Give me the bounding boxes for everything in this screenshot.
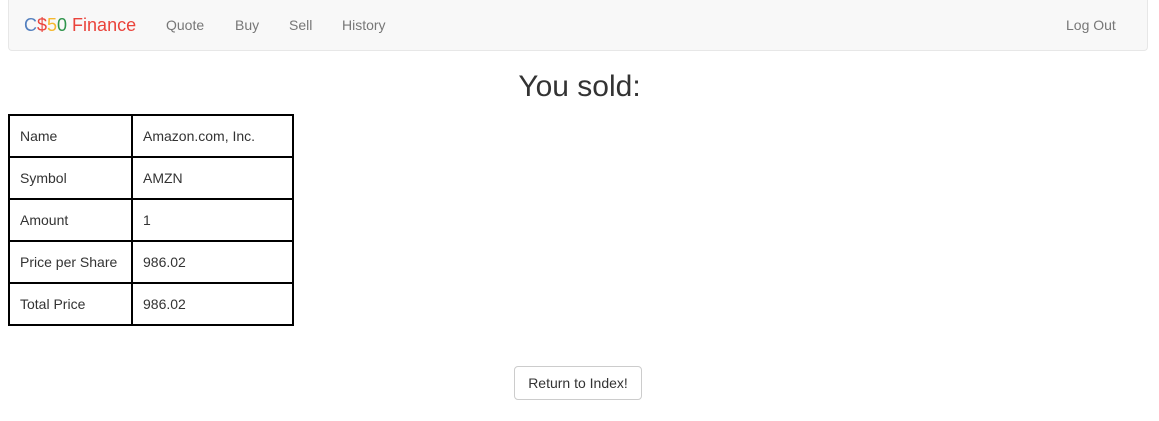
row-label-amount: Amount [8,198,133,242]
row-value-total-price: 986.02 [131,282,294,326]
row-label-total-price: Total Price [8,282,133,326]
row-value-price-per-share: 986.02 [131,240,294,284]
brand-five: 5 [47,15,58,35]
row-value-amount: 1 [131,198,294,242]
nav-link-sell[interactable]: Sell [289,16,312,34]
row-label-name: Name [8,114,133,158]
nav-link-buy[interactable]: Buy [235,16,259,34]
brand-c: C [24,15,37,35]
sale-details-table: Name Amazon.com, Inc. Symbol AMZN Amount… [8,114,294,326]
brand-dollar: $ [37,15,48,35]
logout-link[interactable]: Log Out [1066,16,1116,34]
page-title: You sold: [518,70,641,103]
return-to-index-button[interactable]: Return to Index! [514,366,642,400]
brand-logo-link[interactable]: C$50 Finance [24,14,136,36]
table-row: Amount 1 [8,198,294,242]
table-row: Name Amazon.com, Inc. [8,114,294,158]
row-label-symbol: Symbol [8,156,133,200]
brand-finance: Finance [67,15,137,35]
table-row: Price per Share 986.02 [8,240,294,284]
brand-zero: 0 [57,15,68,35]
row-value-name: Amazon.com, Inc. [131,114,294,158]
nav-link-history[interactable]: History [342,16,386,34]
table-row: Total Price 986.02 [8,282,294,326]
navbar: C$50 Finance Quote Buy Sell History Log … [8,0,1148,51]
table-row: Symbol AMZN [8,156,294,200]
row-value-symbol: AMZN [131,156,294,200]
nav-link-quote[interactable]: Quote [166,16,204,34]
row-label-price-per-share: Price per Share [8,240,133,284]
